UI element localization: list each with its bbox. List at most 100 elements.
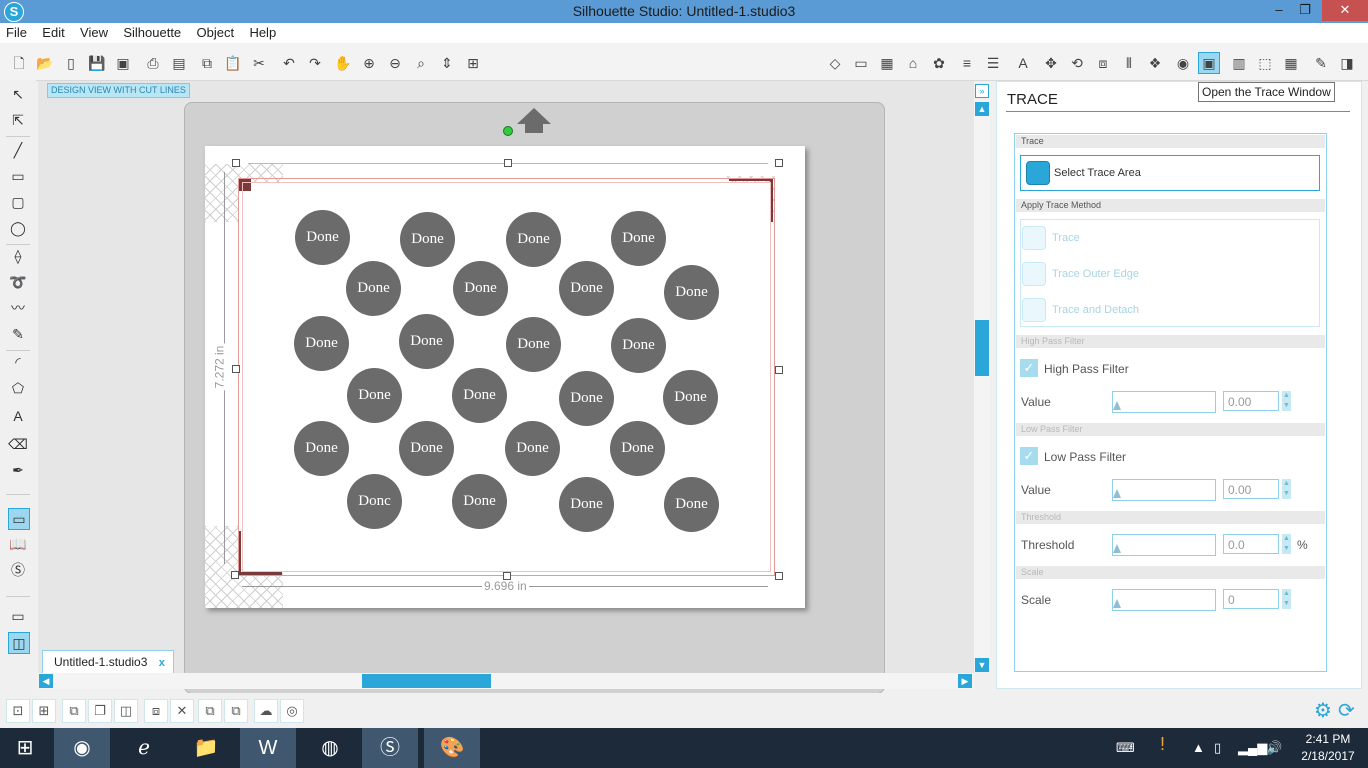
low-pass-spinner[interactable]: ▲ ▼ [1282,479,1291,499]
line-weight-icon[interactable]: ☰ [982,52,1004,74]
library-view-icon[interactable]: 📖 [8,534,28,554]
design-view-icon[interactable]: ▭ [8,508,30,530]
done-circle[interactable]: Done [505,421,560,476]
curve-tool-icon[interactable]: ➰ [8,272,28,292]
horizontal-scroll-thumb[interactable] [362,674,491,688]
vertical-scroll-thumb[interactable] [975,320,989,376]
windows-start-icon[interactable]: ⊞ [0,728,50,768]
page-setup-icon[interactable]: ▥ [1228,52,1250,74]
menu-object[interactable]: Object [191,23,241,40]
notification-alert-icon[interactable]: ! [1160,734,1165,755]
done-circle[interactable]: Done [452,368,507,423]
high-pass-checkbox[interactable]: ✓ [1020,359,1038,377]
paste-icon[interactable]: 📋 [222,52,244,74]
done-circle[interactable]: Done [664,265,719,320]
internet-explorer-taskbar-icon[interactable]: ℯ [116,728,172,768]
network-signal-icon[interactable]: ▂▄▆ [1238,740,1267,756]
freehand-tool-icon[interactable]: 〰 [8,298,28,318]
split-view-icon[interactable]: ◫ [8,632,30,654]
trace-method-detach[interactable]: Trace and Detach [1022,296,1139,324]
done-circle[interactable]: Done [506,317,561,372]
transform-icon[interactable]: ✥ [1040,52,1062,74]
group-icon[interactable]: ⊡ [6,699,30,723]
done-circle[interactable]: Done [610,421,665,476]
keyboard-tray-icon[interactable]: ⌨ [1116,740,1135,756]
grid-icon[interactable]: ▦ [1280,52,1302,74]
redo-icon[interactable]: ↷ [304,52,326,74]
open-folder-icon[interactable]: 📂 [34,52,56,74]
firefox-taskbar-icon[interactable]: ◍ [302,728,358,768]
done-circle[interactable]: Done [664,477,719,532]
single-pane-view-icon[interactable]: ▭ [8,606,28,626]
sync-refresh-icon[interactable]: ⟳ [1338,698,1355,723]
scroll-up-arrow-icon[interactable]: ▲ [975,102,989,116]
rotate-icon[interactable]: ⟲ [1066,52,1088,74]
bring-forward-icon[interactable]: ⧉ [224,699,248,723]
low-pass-slider[interactable] [1112,479,1216,501]
low-pass-value-input[interactable]: 0.00 [1223,479,1279,499]
weld-icon[interactable]: ☁ [254,699,278,723]
select-trace-area-button[interactable]: Select Trace Area [1020,155,1320,191]
resize-handle[interactable] [232,365,240,373]
done-circle[interactable]: Done [295,210,350,265]
zoom-selection-icon[interactable]: ⌕ [410,52,432,74]
offset-icon[interactable]: ◉ [1172,52,1194,74]
done-circle[interactable]: Done [611,211,666,266]
smooth-freehand-icon[interactable]: ✎ [8,324,28,344]
menu-file[interactable]: File [0,23,33,40]
system-clock[interactable]: 2:41 PM 2/18/2017 [1290,731,1366,765]
rounded-rectangle-icon[interactable]: ▢ [8,192,28,212]
trace-window-icon[interactable]: ▣ [1198,52,1220,74]
high-pass-slider[interactable] [1112,391,1216,413]
save-to-library-icon[interactable]: ▣ [112,52,134,74]
close-button[interactable]: ✕ [1322,0,1368,21]
volume-icon[interactable]: 🔊 [1266,740,1282,756]
delete-icon[interactable]: ✕ [170,699,194,723]
polygon-tool-icon[interactable]: ⟠ [8,246,28,266]
new-document-icon[interactable]: 🗋 [8,52,30,74]
high-pass-spinner[interactable]: ▲ ▼ [1282,391,1291,411]
done-circle[interactable]: Done [506,212,561,267]
done-circle[interactable]: Done [294,421,349,476]
ungroup-icon[interactable]: ⊞ [32,699,56,723]
line-tool-icon[interactable]: ╱ [8,140,28,160]
send-to-cutter-icon[interactable]: ▤ [168,52,190,74]
settings-gear-icon[interactable]: ⚙ [1314,698,1332,723]
word-taskbar-icon[interactable]: W [240,728,296,768]
done-circle[interactable]: Done [453,261,508,316]
trace-method-outer-edge[interactable]: Trace Outer Edge [1022,260,1139,288]
resize-handle[interactable] [504,159,512,167]
copy-icon[interactable]: ⧉ [196,52,218,74]
mirror-icon[interactable]: ⫴ [1118,52,1140,74]
menu-help[interactable]: Help [243,23,282,40]
send-to-back-icon[interactable]: ⧉ [198,699,222,723]
offset-circle-icon[interactable]: ◎ [280,699,304,723]
low-pass-checkbox[interactable]: ✓ [1020,447,1038,465]
print-icon[interactable]: ⎙ [142,52,164,74]
chrome-taskbar-icon[interactable]: ◉ [54,728,110,768]
horizontal-scrollbar[interactable] [38,673,974,689]
resize-handle[interactable] [503,572,511,580]
knife-tool-icon[interactable]: ✒ [8,460,28,480]
edit-points-icon[interactable]: ⇱ [8,110,28,130]
show-hidden-icons-icon[interactable]: ▲ [1192,740,1205,755]
arc-tool-icon[interactable]: ◜ [8,352,28,372]
maximize-button[interactable]: ❐ [1290,0,1320,21]
done-circle[interactable]: Done [400,212,455,267]
zoom-in-icon[interactable]: ⊕ [358,52,380,74]
fill-gradient-icon[interactable]: ▭ [850,52,872,74]
cut-scissors-icon[interactable]: ✂ [248,52,270,74]
scroll-left-arrow-icon[interactable]: ◀ [39,674,53,688]
done-circle[interactable]: Done [346,261,401,316]
save-icon[interactable]: 💾 [86,52,108,74]
done-circle[interactable]: Done [294,316,349,371]
open-library-icon[interactable]: ▯ [60,52,82,74]
resize-handle[interactable] [232,159,240,167]
select-arrow-icon[interactable]: ↖ [8,84,28,104]
scroll-down-arrow-icon[interactable]: ▼ [975,658,989,672]
send-cut-icon[interactable]: ◨ [1336,52,1358,74]
ellipse-tool-icon[interactable]: ◯ [8,218,28,238]
zoom-out-icon[interactable]: ⊖ [384,52,406,74]
done-circle[interactable]: Done [347,368,402,423]
menu-edit[interactable]: Edit [36,23,70,40]
